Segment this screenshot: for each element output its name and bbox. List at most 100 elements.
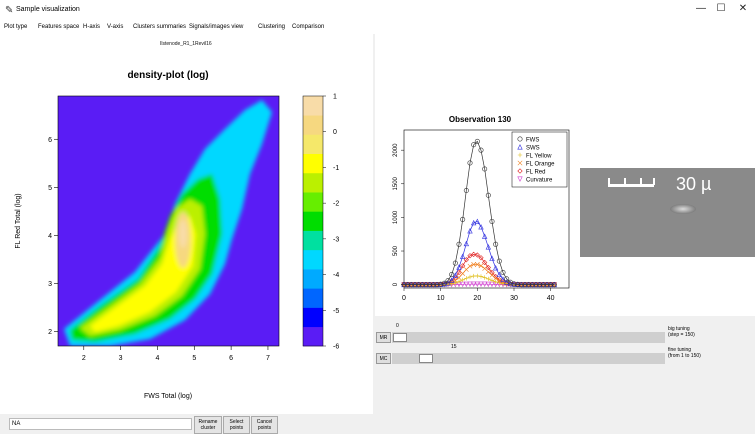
scale-tick [653,178,655,185]
menu-clustering[interactable]: Clustering [258,24,285,30]
colorbar-tick-label: 1 [333,94,337,101]
data-point [475,273,480,279]
colorbar-swatch [303,153,323,174]
series-line [404,220,555,285]
y-tick-label: 500 [393,245,399,256]
big-tuning-label-line2: (step = 150) [668,332,695,338]
scale-bar [608,184,654,187]
colorbar-swatch [303,172,323,193]
colorbar-ticks: 1 0 -1 -2 -3 -4 -5 -6 [323,94,339,351]
menu-v-axis[interactable]: V-axis [107,24,123,30]
colorbar-swatch [303,269,323,289]
data-point [460,271,466,276]
menu-comparison[interactable]: Comparison [292,24,324,30]
colorbar-swatch [303,115,323,135]
x-tick-label: 40 [547,295,555,302]
legend-label: FL Orange [526,161,555,167]
colorbar-tick-label: -6 [333,344,339,351]
observation-chart[interactable]: Observation 130 0 10 20 30 40 0 500 1000 1500 20… [380,105,575,320]
scale-tick [640,178,642,185]
mr-button[interactable]: MR [376,332,391,343]
menu-plot-type[interactable]: Plot type [4,24,27,30]
scale-label: 30 µ [676,174,712,194]
y-axis-label: FL Red Total (log) [15,193,22,248]
fine-tuning-slider[interactable] [392,353,665,364]
colorbar-swatch [303,307,323,328]
mc-button[interactable]: MC [376,353,391,364]
window-title: Sample visualization [16,6,80,13]
colorbar-tick-label: 0 [333,129,337,136]
y-tick-label: 2000 [393,143,399,157]
x-tick-label: 3 [119,355,123,362]
fine-tuning-thumb[interactable] [418,354,433,363]
x-tick-label: 7 [266,355,270,362]
x-tick-label: 0 [402,295,406,302]
feather-icon: ✎ [5,5,14,16]
y-tick-label: 0 [393,282,399,286]
colorbar [302,95,324,347]
window-title-bar: ✎ Sample visualization — ☐ ✕ [0,0,755,22]
observation-y-ticks: 0 500 1000 1500 2000 [393,143,404,286]
fine-tuning-label-line2: (from 1 to 150) [668,353,701,359]
particle-image: 30 µ [580,168,755,257]
big-tuning-slider[interactable] [392,332,665,343]
cluster-name-input[interactable]: NA [9,418,192,430]
legend-label: FWS [526,137,539,143]
menu-features-space[interactable]: Features space [38,24,79,30]
cancel-points-label2: points [257,425,272,431]
select-points-button[interactable]: Select points [223,416,250,434]
menu-bar: Plot type Features space H-axis V-axis C… [0,22,755,34]
scale-tick [624,178,626,185]
y-tick-label: 1000 [393,210,399,224]
particle [670,204,696,214]
colorbar-swatch [303,134,323,154]
colorbar-tick-label: -5 [333,308,339,315]
menu-signals-images-view[interactable]: Signals/images view [189,24,243,30]
colorbar-tick-label: -1 [333,165,339,172]
legend-label: SWS [526,145,540,151]
legend-label: Curvature [526,177,553,183]
density-plot-title: density-plot (log) [127,70,208,81]
colorbar-swatch [303,230,323,251]
menu-clusters-summaries[interactable]: Clusters summaries [133,24,186,30]
data-point [478,263,484,269]
select-points-label2: points [229,425,244,431]
legend-label: FL Red [526,169,545,175]
close-button[interactable]: ✕ [736,3,750,14]
legend-label: FL Yellow [526,153,552,159]
colorbar-swatch [303,288,323,308]
cancel-points-button[interactable]: Cancel points [251,416,278,434]
density-peak-core [179,220,187,248]
colorbar-swatch [303,249,323,270]
big-tuning-value: 0 [396,323,399,329]
x-tick-label: 5 [192,355,196,362]
colorbar-swatch [303,211,323,231]
maximize-button[interactable]: ☐ [714,3,728,14]
colorbar-tick-label: -2 [333,201,339,208]
colorbar-swatch [303,192,323,212]
rename-cluster-button[interactable]: Rename cluster [194,416,222,434]
x-axis-ticks: 2 3 4 5 6 7 [82,346,270,362]
y-tick-label: 3 [48,281,52,288]
y-axis-ticks: 2 3 4 5 6 [48,137,58,336]
fine-tuning-label: fine tuning (from 1 to 150) [668,347,701,359]
density-plot[interactable]: density-plot (log) 2 3 4 5 6 7 2 3 4 5 6 FWS Tota… [0,34,373,414]
colorbar-tick-label: -3 [333,236,339,243]
y-tick-label: 1500 [393,176,399,190]
y-tick-label: 2 [48,329,52,336]
scale-tick [608,178,610,185]
y-tick-label: 6 [48,137,52,144]
observation-chart-title: Observation 130 [449,115,512,124]
colorbar-swatch [303,326,323,347]
data-point [467,263,473,269]
x-tick-label: 30 [510,295,518,302]
big-tuning-thumb[interactable] [393,333,407,342]
menu-h-axis[interactable]: H-axis [83,24,100,30]
minimize-button[interactable]: — [694,3,708,14]
y-tick-label: 5 [48,185,52,192]
x-tick-label: 4 [155,355,159,362]
data-point [478,274,484,279]
x-tick-label: 10 [437,295,445,302]
colorbar-tick-label: -4 [333,272,339,279]
data-point [489,272,495,278]
